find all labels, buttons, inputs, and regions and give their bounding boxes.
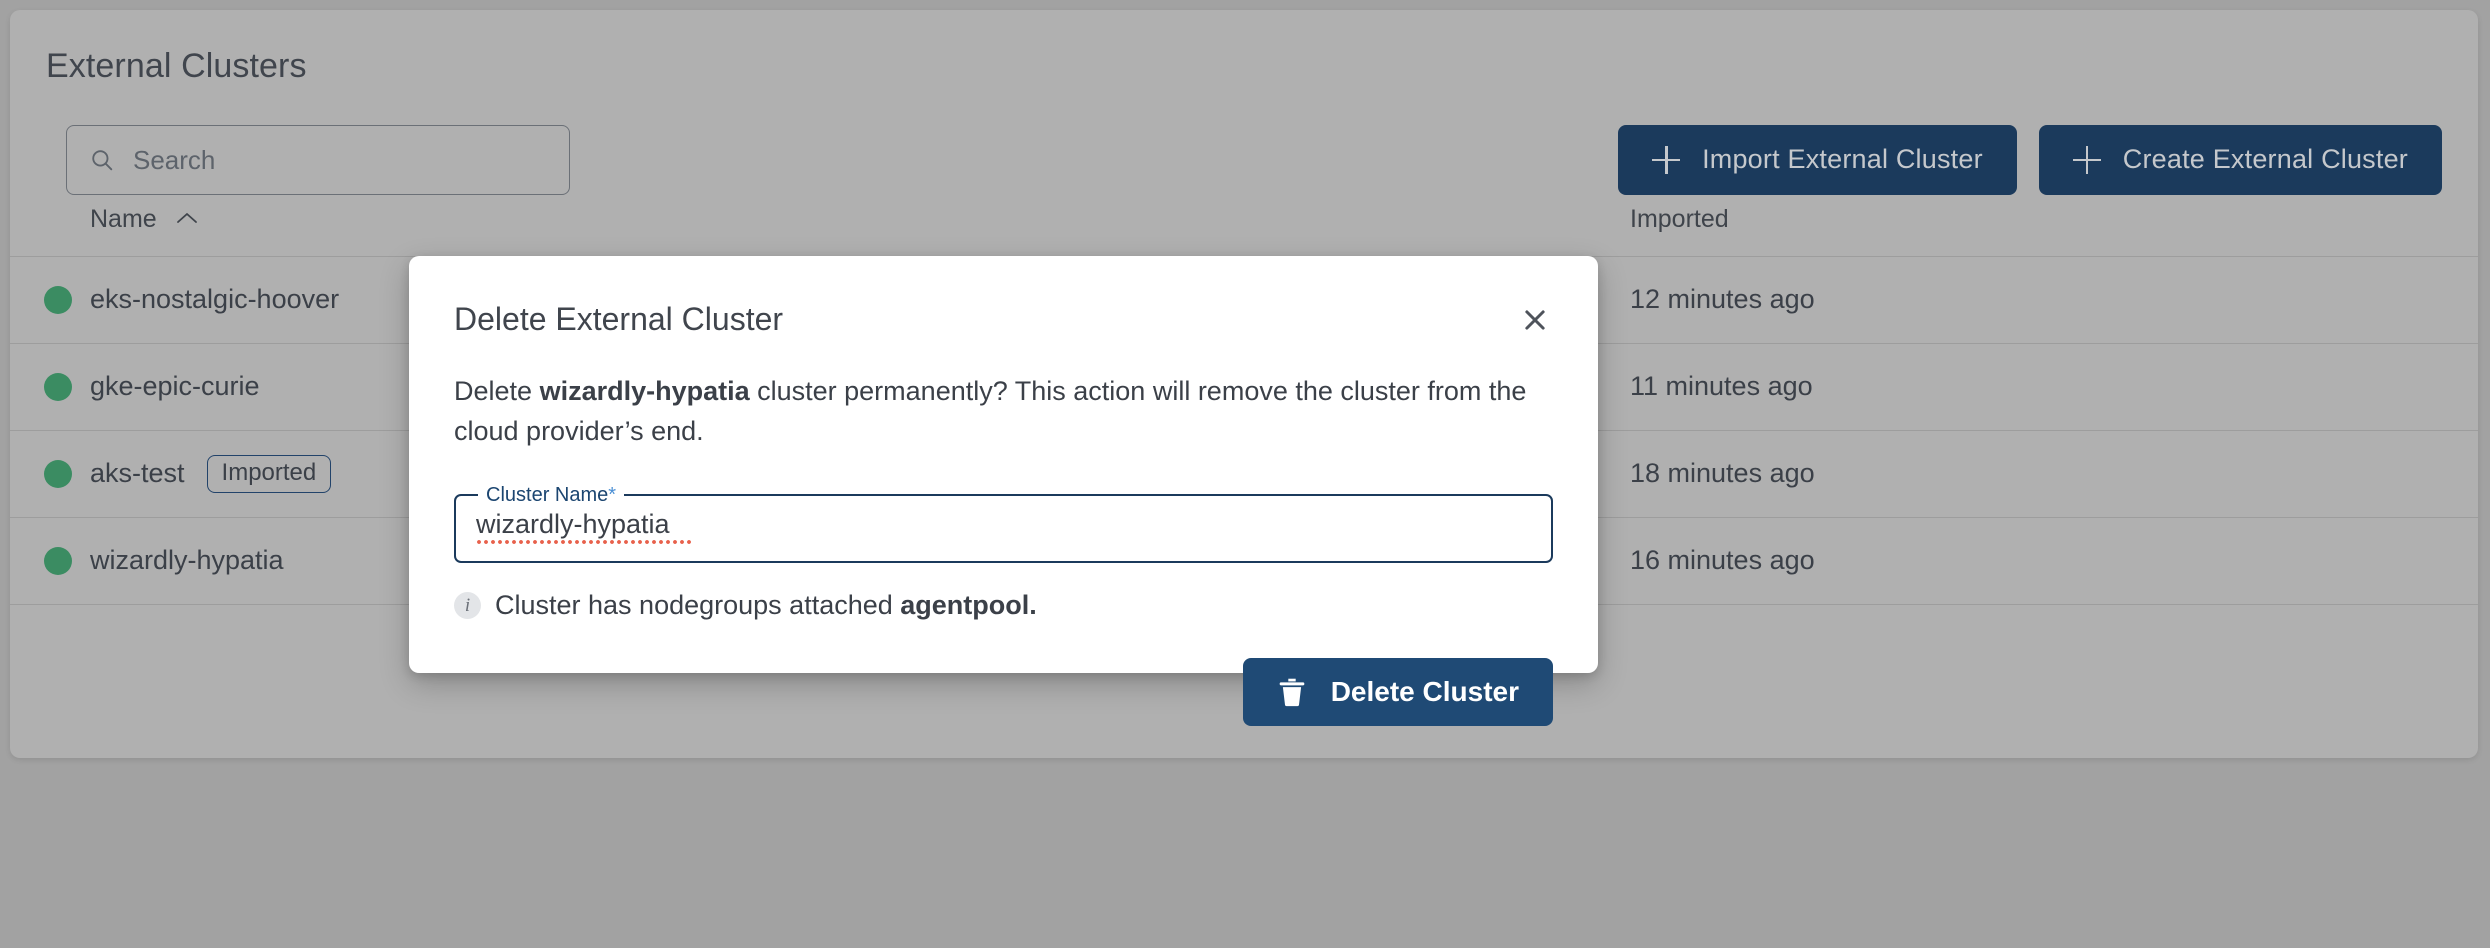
card-header: External Clusters [10, 10, 2478, 87]
cluster-name: eks-nostalgic-hoover [90, 284, 340, 315]
row-rest-cell [2230, 256, 2478, 344]
import-external-cluster-button[interactable]: Import External Cluster [1618, 124, 2017, 195]
delete-external-cluster-dialog: Delete External Cluster Delete wizardly-… [409, 256, 1598, 726]
table-header-row: Name Imported [10, 196, 2478, 257]
row-status-cell [10, 256, 90, 344]
status-dot-icon [44, 285, 72, 314]
cluster-name: wizardly-hypatia [90, 545, 284, 576]
dialog-description-cluster-name: wizardly-hypatia [539, 376, 750, 407]
close-icon-button[interactable] [1517, 302, 1553, 338]
row-imported-cell: 11 minutes ago [1630, 343, 2230, 431]
delete-cluster-label: Delete Cluster [1330, 675, 1519, 707]
row-status-cell [10, 430, 90, 518]
app-root: External Clusters Search Import External… [0, 0, 2490, 948]
status-dot-icon [44, 459, 72, 488]
column-header-rest [2230, 196, 2478, 257]
dialog-title: Delete External Cluster [454, 301, 784, 337]
page-title: External Clusters [46, 47, 307, 85]
close-icon [1525, 310, 1545, 330]
search-placeholder: Search [133, 144, 216, 175]
dialog-header: Delete External Cluster [454, 256, 1553, 338]
dialog-footer: Delete Cluster [454, 657, 1553, 726]
create-external-cluster-label: Create External Cluster [2122, 144, 2408, 175]
plus-icon [1652, 145, 1681, 174]
row-status-cell [10, 517, 90, 605]
plus-icon [2072, 145, 2101, 174]
row-imported-cell: 16 minutes ago [1630, 517, 2230, 605]
row-rest-cell [2230, 343, 2478, 431]
nodegroups-info-prefix: Cluster has nodegroups attached [495, 590, 901, 621]
status-dot-icon [44, 546, 72, 575]
column-header-mid [1190, 196, 1630, 257]
cluster-name: aks-test [90, 458, 185, 489]
toolbar: Search Import External Cluster Create Ex… [10, 87, 2478, 197]
trash-icon [1279, 678, 1305, 706]
dialog-description: Delete wizardly-hypatia cluster permanen… [454, 372, 1553, 451]
row-status-cell [10, 343, 90, 431]
search-icon [92, 150, 113, 171]
column-header-imported[interactable]: Imported [1630, 196, 2230, 257]
nodegroups-info: i Cluster has nodegroups attached agentp… [454, 589, 1553, 621]
row-imported-cell: 12 minutes ago [1630, 256, 2230, 344]
dialog-description-prefix: Delete [454, 376, 540, 407]
row-rest-cell [2230, 517, 2478, 605]
import-external-cluster-label: Import External Cluster [1702, 144, 1983, 175]
column-header-imported-label: Imported [1630, 204, 1729, 233]
nodegroups-info-name: agentpool. [900, 590, 1037, 621]
cluster-name-field[interactable]: Cluster Name* [454, 485, 1553, 564]
chevron-up-icon [176, 212, 197, 223]
cluster-name: gke-epic-curie [90, 371, 260, 402]
info-icon: i [454, 591, 481, 619]
create-external-cluster-button[interactable]: Create External Cluster [2038, 124, 2442, 195]
search-input-wrapper[interactable]: Search [66, 124, 570, 195]
column-header-name-label: Name [90, 204, 157, 233]
row-imported-cell: 18 minutes ago [1630, 430, 2230, 518]
row-rest-cell [2230, 430, 2478, 518]
imported-badge: Imported [206, 454, 332, 493]
status-dot-icon [44, 372, 72, 401]
delete-cluster-button[interactable]: Delete Cluster [1242, 657, 1553, 726]
cluster-name-input[interactable] [454, 485, 1553, 564]
table-header: Name Imported [10, 196, 2478, 257]
toolbar-actions: Import External Cluster Create External … [1618, 124, 2442, 195]
column-header-name[interactable]: Name [90, 196, 1190, 257]
nodegroups-info-text: Cluster has nodegroups attached agentpoo… [495, 589, 1037, 621]
column-header-status [10, 196, 90, 257]
